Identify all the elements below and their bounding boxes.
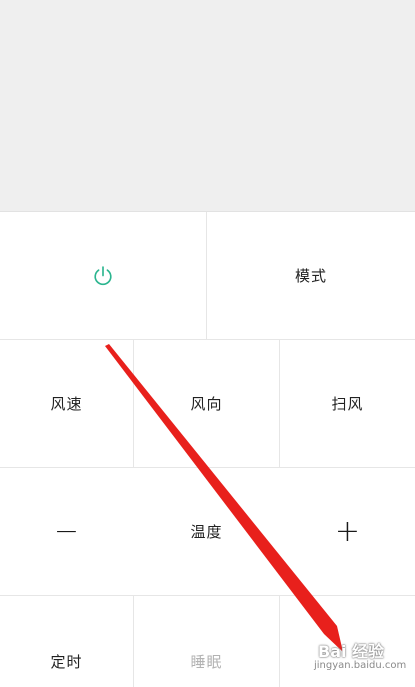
remote-keypad: 模式 风速 风向 扫风 − 温度 + 定时 睡眠 <box>0 211 415 687</box>
fan-speed-button[interactable]: 风速 <box>0 340 133 467</box>
mode-button[interactable]: 模式 <box>207 212 415 339</box>
temperature-label: 温度 <box>190 523 223 541</box>
temperature-down-button[interactable]: − <box>0 468 133 595</box>
swing-button[interactable]: 扫风 <box>280 340 415 467</box>
timer-label: 定时 <box>50 653 83 671</box>
wind-direction-button[interactable]: 风向 <box>134 340 279 467</box>
temperature-up-button[interactable]: + <box>280 468 415 595</box>
timer-button[interactable]: 定时 <box>0 596 133 687</box>
power-icon <box>94 265 112 285</box>
sleep-button[interactable]: 睡眠 <box>134 596 279 687</box>
sleep-label: 睡眠 <box>190 653 223 671</box>
temperature-label-cell: 温度 <box>134 468 279 595</box>
minus-icon: − <box>53 513 80 549</box>
fan-speed-label: 风速 <box>50 395 83 413</box>
plus-icon: + <box>334 513 361 549</box>
mode-label: 模式 <box>294 267 327 285</box>
extra-button[interactable] <box>280 596 415 687</box>
wind-direction-label: 风向 <box>190 395 223 413</box>
display-area <box>0 0 415 211</box>
swing-label: 扫风 <box>331 395 364 413</box>
power-button[interactable] <box>0 212 206 339</box>
